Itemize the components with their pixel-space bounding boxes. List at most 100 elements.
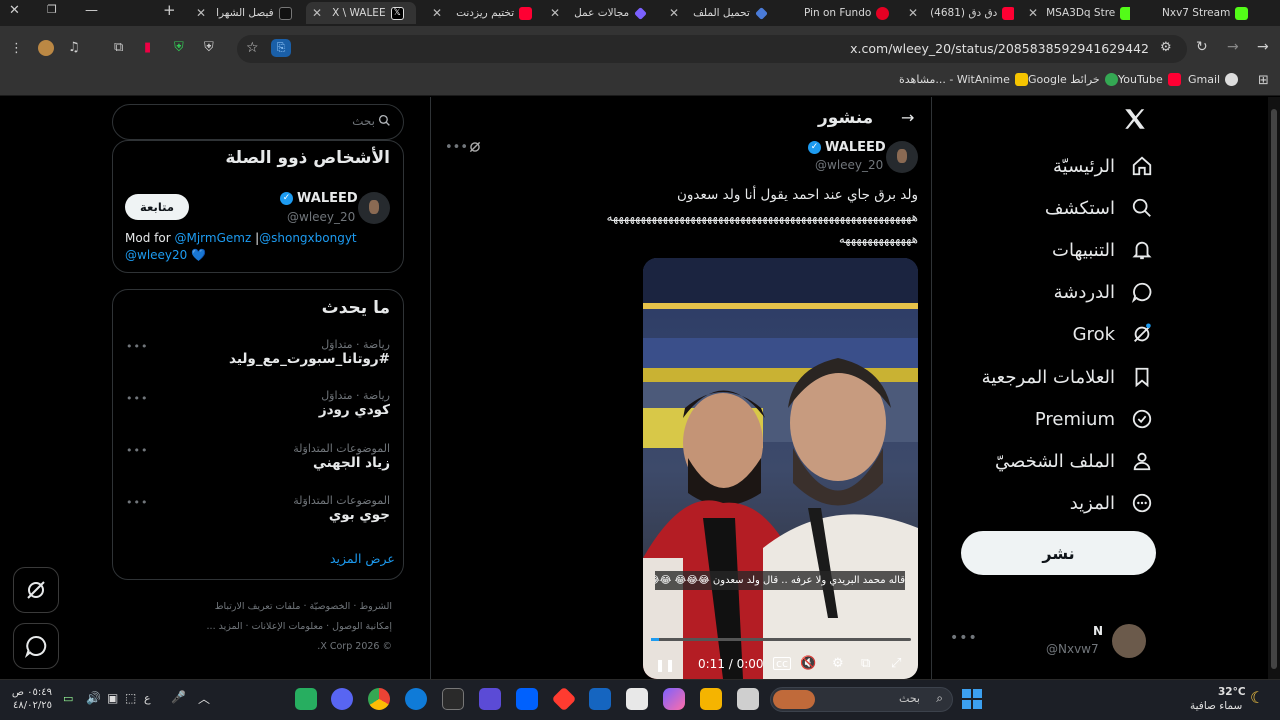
- pip-icon[interactable]: ⧉: [861, 656, 870, 671]
- tab-5[interactable]: Pin on Fundo: [780, 2, 890, 24]
- tab-1[interactable]: ✕ X \ WALEE 𝕏: [306, 2, 416, 24]
- author-handle[interactable]: @wleey_20: [815, 158, 883, 172]
- bio-link[interactable]: @MjrmGemz: [174, 231, 251, 245]
- avatar[interactable]: [886, 141, 918, 173]
- tab-2[interactable]: ✕ تختيم ريزدنت: [426, 2, 532, 24]
- fullscreen-icon[interactable]: ⤢: [891, 656, 901, 671]
- tab-7[interactable]: ✕ MSA3Dq Stre: [1022, 2, 1130, 24]
- close-window-icon[interactable]: ✕: [9, 3, 20, 18]
- minimize-window-icon[interactable]: —: [85, 3, 98, 18]
- more-dots-icon[interactable]: •••: [126, 340, 148, 353]
- pause-icon[interactable]: ❚❚: [655, 658, 675, 672]
- edge-icon[interactable]: [405, 688, 427, 710]
- chevron-up-icon[interactable]: ︿: [198, 690, 210, 707]
- dropbox-icon[interactable]: [516, 688, 538, 710]
- site-settings-icon[interactable]: ⚙: [1160, 40, 1172, 55]
- nav-home[interactable]: الرئيسيّة: [1053, 145, 1155, 187]
- url-text[interactable]: x.com/wleey_20/status/208583859294162944…: [850, 41, 1149, 56]
- taskbar-search-input[interactable]: بحث: [899, 692, 920, 705]
- more-dots-icon[interactable]: •••: [126, 496, 148, 509]
- page-scrollbar[interactable]: [1268, 97, 1280, 679]
- tab-8[interactable]: Nxv7 Stream: [1140, 2, 1250, 24]
- volume-icon[interactable]: 🔊: [86, 691, 101, 705]
- tab-close-icon[interactable]: ✕: [196, 6, 206, 20]
- post-video[interactable]: قاله محمد البريدي ولا عرفه .. قال ولد سع…: [643, 258, 918, 679]
- back-arrow-icon[interactable]: →: [901, 108, 914, 127]
- avatar[interactable]: [358, 192, 390, 224]
- nav-more[interactable]: المزيد: [1070, 482, 1155, 524]
- post-button[interactable]: نشر: [961, 531, 1156, 575]
- tab-6[interactable]: ✕ (4681) دق دق: [902, 2, 1014, 24]
- nav-notifications[interactable]: التنبيهات: [1052, 229, 1155, 271]
- tab-close-icon[interactable]: ✕: [908, 6, 918, 20]
- battery-icon[interactable]: ▭: [63, 692, 73, 705]
- copilot-icon[interactable]: [663, 688, 685, 710]
- tab-close-icon[interactable]: ✕: [550, 6, 560, 20]
- reload-icon[interactable]: ↻: [1196, 39, 1208, 55]
- taskbar-clock[interactable]: ٠٥:٤٩ ص ٤٨/٠٢/٢٥: [10, 686, 52, 712]
- chat-float-button[interactable]: [13, 623, 59, 669]
- weather-widget[interactable]: 32°C سماء صافية: [1190, 685, 1246, 713]
- shield-icon[interactable]: ⛨: [204, 40, 214, 55]
- grok-icon[interactable]: [468, 139, 482, 158]
- nav-explore[interactable]: استكشف: [1045, 187, 1155, 229]
- language-indicator[interactable]: ع: [144, 692, 151, 705]
- tab-4[interactable]: ✕ تحميل الملف: [663, 2, 769, 24]
- network-icon[interactable]: ▣: [107, 691, 118, 705]
- trend-item[interactable]: الموضوعات المتداوَلة جوي بوي: [140, 494, 390, 523]
- show-more-link[interactable]: عرض المزيد: [330, 551, 395, 566]
- epic-games-icon[interactable]: [442, 688, 464, 710]
- back-icon[interactable]: →: [1257, 39, 1269, 55]
- new-tab-icon[interactable]: +: [163, 1, 176, 19]
- tab-3[interactable]: ✕ مجالات عمل: [544, 2, 650, 24]
- bookmark-gmail[interactable]: Gmail: [1188, 73, 1239, 86]
- apps-grid-icon[interactable]: ⊞: [1258, 73, 1269, 88]
- discord-icon[interactable]: [331, 688, 353, 710]
- trend-item[interactable]: رياضة · متداوَل كودي رودز: [140, 389, 390, 418]
- x-logo-icon[interactable]: [1122, 106, 1148, 132]
- bookmark-maps[interactable]: Google خرائط: [1028, 73, 1118, 86]
- tab-close-icon[interactable]: ✕: [312, 6, 322, 20]
- chrome-icon[interactable]: [368, 688, 390, 710]
- forward-icon[interactable]: →: [1227, 39, 1239, 55]
- search-input[interactable]: بحث: [352, 114, 375, 128]
- video-progress-bar[interactable]: [651, 638, 911, 641]
- account-switcher[interactable]: N @Nxvw7 •••: [946, 620, 1151, 664]
- nav-profile[interactable]: الملف الشخصيّ: [995, 440, 1155, 482]
- mute-icon[interactable]: 🔇: [800, 656, 816, 671]
- trend-item[interactable]: الموضوعات المتداوَلة زياد الجهني: [140, 442, 390, 471]
- install-app-icon[interactable]: ⎘: [271, 39, 291, 57]
- nav-premium[interactable]: Premium: [1035, 398, 1155, 440]
- follow-button[interactable]: متابعة: [125, 194, 189, 220]
- trend-item[interactable]: رياضة · متداوَل #روتانا_سبورت_مع_وليد: [140, 338, 390, 367]
- settings-gear-icon[interactable]: ⚙: [832, 656, 844, 671]
- bookmark-youtube[interactable]: YouTube: [1118, 73, 1181, 86]
- tab-close-icon[interactable]: ✕: [432, 6, 442, 20]
- bookmark-witanime[interactable]: مشاهدة... - WitAnime: [899, 73, 1028, 86]
- adblock-shield-icon[interactable]: ⛨: [174, 40, 184, 55]
- mail-icon[interactable]: [589, 688, 611, 710]
- search-box[interactable]: بحث: [112, 104, 404, 140]
- tab-0[interactable]: ✕ فيصل الشهرا: [190, 2, 300, 24]
- menu-dots-icon[interactable]: ⋮: [10, 41, 23, 56]
- more-dots-icon[interactable]: •••: [126, 392, 148, 405]
- nav-chat[interactable]: الدردشة: [1054, 271, 1155, 313]
- tab-close-icon[interactable]: ✕: [669, 6, 679, 20]
- nav-grok[interactable]: Grok: [1073, 313, 1155, 355]
- post-author[interactable]: ✓ WALEED: [808, 140, 886, 155]
- tab-close-icon[interactable]: ✕: [1028, 6, 1038, 20]
- footer-line[interactable]: إمكانية الوصول · معلومات الإعلانات · الم…: [112, 617, 392, 637]
- media-control-icon[interactable]: ♫: [68, 40, 80, 55]
- start-windows-icon[interactable]: [962, 689, 982, 709]
- grok-float-button[interactable]: [13, 567, 59, 613]
- related-user[interactable]: ✓ WALEED: [280, 191, 358, 206]
- restore-window-icon[interactable]: ❐: [47, 3, 57, 16]
- bookmark-star-icon[interactable]: ☆: [246, 40, 259, 56]
- paint-icon[interactable]: [626, 688, 648, 710]
- taskbar-app-icon[interactable]: [295, 688, 317, 710]
- extension-avatar-icon[interactable]: [38, 40, 54, 56]
- file-explorer-icon[interactable]: [700, 688, 722, 710]
- captions-icon[interactable]: cc: [773, 657, 792, 670]
- extensions-puzzle-icon[interactable]: ⧉: [114, 40, 123, 55]
- bio-link[interactable]: @shongxbongyt: [259, 231, 357, 245]
